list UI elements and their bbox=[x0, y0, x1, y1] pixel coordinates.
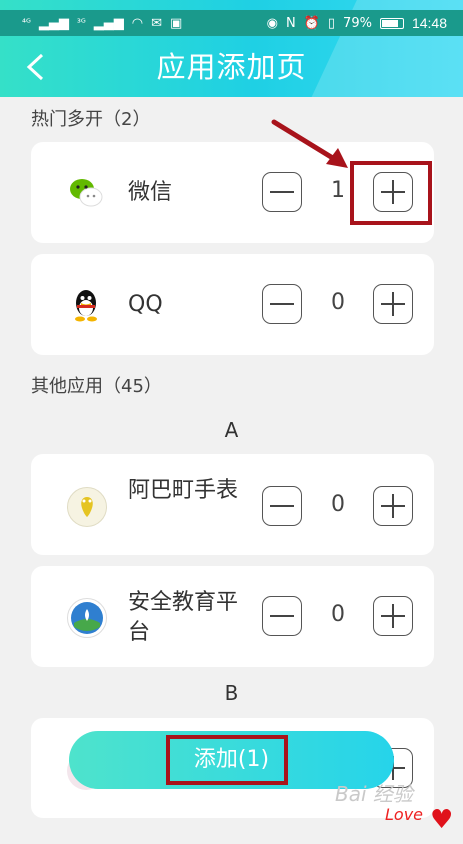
header-bar: ⁴ᴳ ▂▄▆ ³ᴳ ▂▄▆ ◠ ✉ ▣ ◉ N ⏰ ▯ 79% 14:48 应用… bbox=[0, 0, 463, 97]
annotation-arrow-icon bbox=[271, 119, 348, 168]
abading-icon bbox=[67, 487, 107, 527]
index-letter: A bbox=[224, 418, 239, 442]
app-row-qq: QQ 0 bbox=[31, 254, 434, 355]
signal-label-1: ⁴ᴳ bbox=[22, 17, 31, 29]
decrement-button[interactable] bbox=[262, 284, 302, 324]
status-bar: ⁴ᴳ ▂▄▆ ³ᴳ ▂▄▆ ◠ ✉ ▣ ◉ N ⏰ ▯ 79% 14:48 bbox=[0, 10, 463, 36]
wifi-icon: ◠ bbox=[131, 15, 144, 31]
qq-icon bbox=[67, 286, 105, 324]
chat-notification-icon: ✉ bbox=[151, 15, 163, 31]
battery-icon bbox=[379, 17, 404, 29]
nfc-icon: N bbox=[285, 15, 296, 31]
app-name: 安全教育平台 bbox=[128, 590, 239, 645]
increment-button[interactable] bbox=[373, 596, 413, 636]
battery-percent: 79% bbox=[343, 15, 372, 31]
app-notification-icon: ▣ bbox=[170, 15, 183, 31]
decrement-button[interactable] bbox=[262, 486, 302, 526]
app-name: 微信 bbox=[128, 180, 173, 205]
wechat-icon bbox=[67, 174, 105, 212]
watermark-love: Love bbox=[385, 805, 424, 824]
app-name: QQ bbox=[128, 292, 163, 317]
decrement-button[interactable] bbox=[262, 172, 302, 212]
signal-label-2: ³ᴳ bbox=[76, 17, 86, 29]
page-title: 应用添加页 bbox=[156, 50, 307, 84]
alarm-icon: ⏰ bbox=[303, 15, 320, 31]
other-section-label: 其他应用（45） bbox=[31, 376, 162, 397]
app-count: 0 bbox=[331, 492, 345, 517]
app-row-safety-edu: 安全教育平台 0 bbox=[31, 566, 434, 667]
app-row-abading: 阿巴町手表 0 bbox=[31, 454, 434, 555]
signal-bars-icon: ▂▄▆ bbox=[38, 15, 69, 31]
safety-edu-icon bbox=[67, 598, 107, 638]
app-count: 0 bbox=[331, 290, 345, 315]
heart-icon: ♥ bbox=[430, 805, 454, 835]
increment-button[interactable] bbox=[373, 284, 413, 324]
app-name: 阿巴町手表 bbox=[128, 478, 239, 503]
hot-section-label: 热门多开（2） bbox=[31, 109, 151, 130]
eye-icon: ◉ bbox=[266, 15, 278, 31]
watermark: Bai 经验 bbox=[335, 782, 413, 806]
signal-bars-icon: ▂▄▆ bbox=[93, 15, 124, 31]
increment-button[interactable] bbox=[373, 486, 413, 526]
highlight-box-plus bbox=[350, 161, 432, 225]
app-count: 0 bbox=[331, 602, 345, 627]
decrement-button[interactable] bbox=[262, 596, 302, 636]
vibrate-icon: ▯ bbox=[327, 15, 336, 31]
highlight-box-add bbox=[166, 735, 288, 785]
clock: 14:48 bbox=[411, 15, 447, 31]
index-letter: B bbox=[224, 681, 239, 705]
app-count: 1 bbox=[331, 178, 345, 203]
